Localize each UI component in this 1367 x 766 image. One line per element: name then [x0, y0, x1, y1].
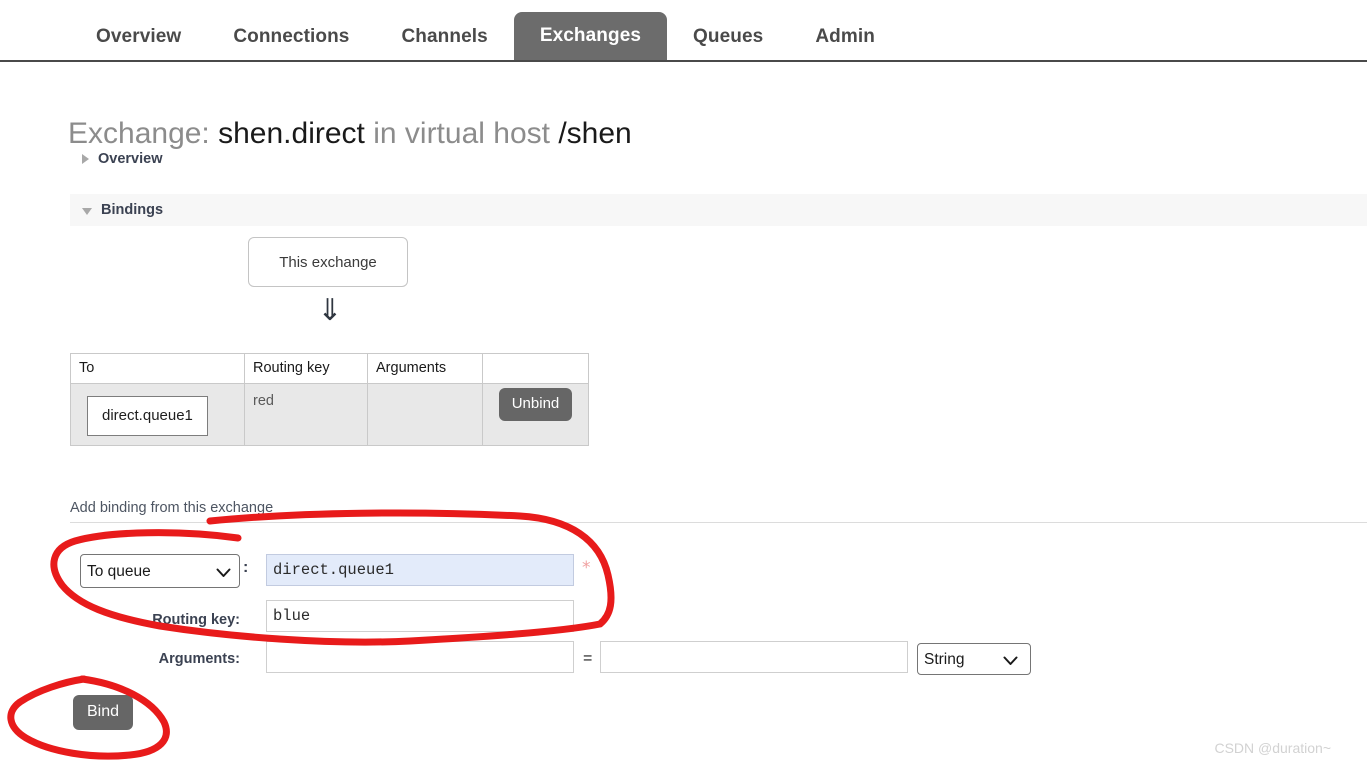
nav-underline-rule	[0, 60, 1367, 62]
page-title-vhost: /shen	[558, 117, 632, 151]
argument-key-input[interactable]	[266, 641, 574, 673]
this-exchange-box: This exchange	[248, 237, 408, 287]
destination-type-select[interactable]: To queue To exchange	[80, 554, 240, 588]
tab-admin[interactable]: Admin	[789, 14, 901, 61]
table-row: direct.queue1 red Unbind	[70, 383, 589, 446]
tab-connections[interactable]: Connections	[207, 14, 375, 61]
column-header-to: To	[70, 353, 245, 384]
table-header-row: To Routing key Arguments	[70, 353, 589, 384]
section-header-overview-label: Overview	[98, 151, 163, 167]
form-divider-rule	[70, 522, 1367, 523]
required-asterisk: *	[582, 558, 591, 578]
bind-button[interactable]: Bind	[73, 695, 134, 730]
unbind-button[interactable]: Unbind	[498, 388, 573, 421]
section-header-bindings-label: Bindings	[101, 202, 164, 218]
triangle-down-icon	[82, 207, 92, 215]
double-down-arrow-icon: ⇓	[317, 293, 343, 328]
triangle-right-icon	[82, 154, 89, 164]
this-exchange-label: This exchange	[279, 253, 377, 271]
queue-link-direct-queue1[interactable]: direct.queue1	[87, 396, 208, 436]
routing-key-label: Routing key:	[152, 612, 240, 628]
tab-channels[interactable]: Channels	[375, 14, 513, 61]
argument-value-input[interactable]	[600, 641, 908, 673]
column-header-arguments: Arguments	[367, 353, 483, 384]
bindings-table: To Routing key Arguments direct.queue1 r…	[70, 353, 589, 446]
cell-arguments	[367, 383, 483, 446]
top-navigation-bar: Overview Connections Channels Exchanges …	[0, 0, 1367, 62]
page-title-middle: in virtual host	[373, 117, 550, 151]
tab-queues[interactable]: Queues	[667, 14, 789, 61]
section-header-overview[interactable]: Overview	[82, 143, 282, 175]
arguments-label: Arguments:	[158, 651, 240, 667]
cell-actions: Unbind	[482, 383, 589, 446]
routing-key-value: red	[253, 393, 274, 409]
cell-routing-key: red	[244, 383, 368, 446]
arguments-equals-sign: =	[583, 650, 593, 667]
cell-to: direct.queue1	[70, 383, 245, 446]
nav-tab-list: Overview Connections Channels Exchanges …	[70, 12, 901, 61]
routing-key-input[interactable]	[266, 600, 574, 632]
argument-type-select[interactable]: String Number Boolean List	[917, 643, 1031, 675]
tab-exchanges[interactable]: Exchanges	[513, 12, 668, 61]
section-header-bindings[interactable]: Bindings	[70, 194, 1367, 226]
csdn-watermark: CSDN @duration~	[1214, 740, 1331, 756]
column-header-actions	[482, 353, 589, 384]
column-header-routing-key: Routing key	[244, 353, 368, 384]
destination-colon: :	[243, 559, 249, 576]
destination-name-input[interactable]	[266, 554, 574, 586]
add-binding-heading: Add binding from this exchange	[70, 500, 274, 516]
tab-overview[interactable]: Overview	[70, 14, 207, 61]
